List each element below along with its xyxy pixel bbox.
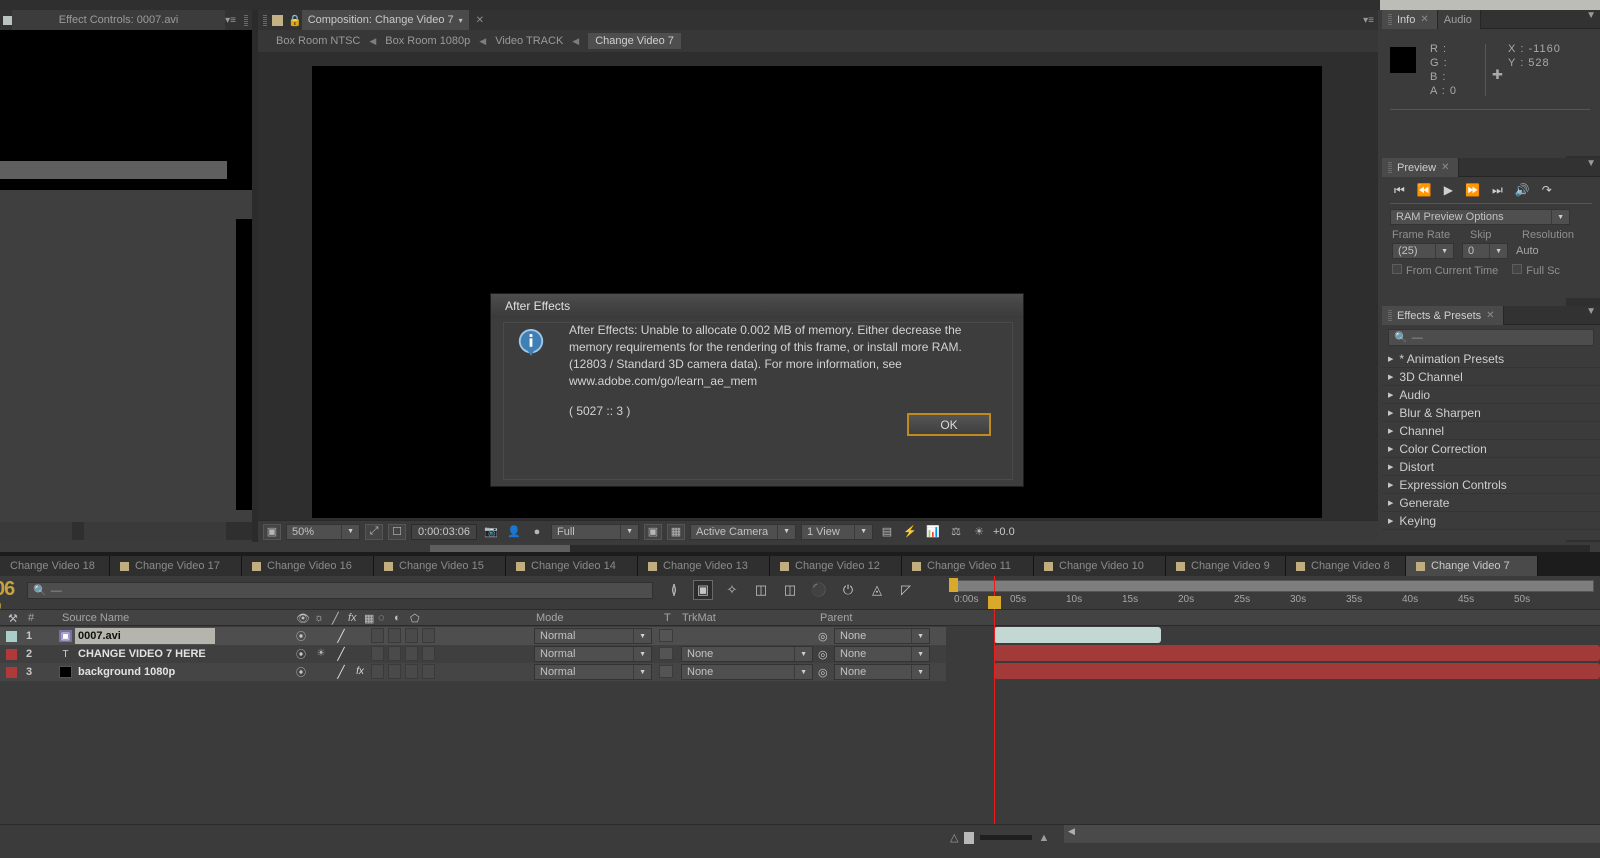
ok-button-label: OK bbox=[940, 417, 958, 432]
dialog-title-bar: After Effects bbox=[491, 294, 1023, 318]
dialog-message: After Effects: Unable to allocate 0.002 … bbox=[569, 323, 962, 388]
modal-overlay: After Effects After Effects: Unable to a… bbox=[0, 0, 1600, 858]
dialog-error-code: ( 5027 :: 3 ) bbox=[569, 404, 631, 418]
after-effects-alert-dialog: After Effects After Effects: Unable to a… bbox=[490, 293, 1024, 487]
dialog-title: After Effects bbox=[505, 299, 571, 313]
ok-button[interactable]: OK bbox=[907, 413, 991, 436]
info-icon bbox=[518, 328, 544, 357]
